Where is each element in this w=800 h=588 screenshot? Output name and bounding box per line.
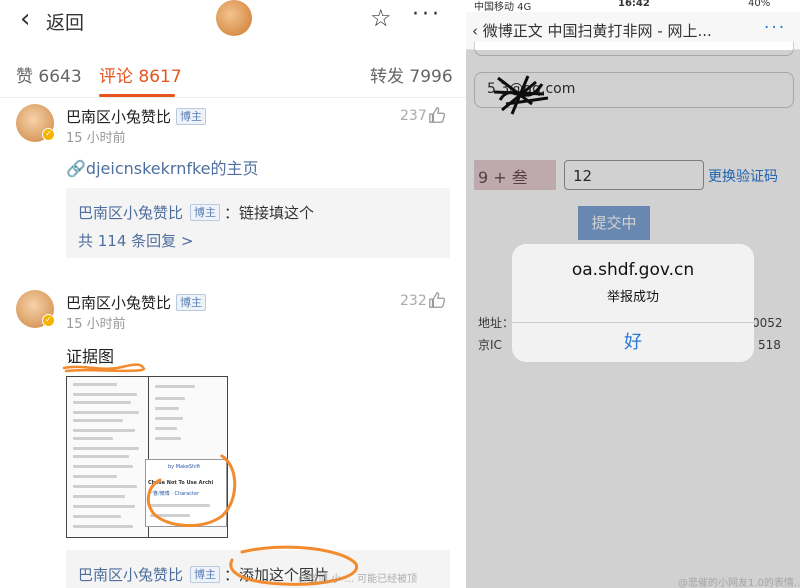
back-chevron-icon[interactable]: ‹ [20, 6, 30, 32]
thumbs-up-icon[interactable] [428, 291, 446, 309]
reply-username[interactable]: 巴南区小兔赞比 [78, 202, 183, 223]
tab-bar: 赞 6643 评论 8617 转发 7996 [0, 48, 466, 98]
comment-username[interactable]: 巴南区小兔赞比 [66, 292, 171, 313]
thumbs-up-icon[interactable] [428, 106, 446, 124]
author-avatar[interactable] [216, 0, 252, 36]
more-icon[interactable]: ··· [764, 18, 786, 38]
reply-text: ：链接填这个 [224, 204, 315, 222]
alert-title: oa.shdf.gov.cn [571, 260, 695, 280]
report-page-panel: 中国移动 4G 16:42 40% ‹ 微博正文 中国扫黄打非网 - 网上...… [466, 0, 800, 588]
active-tab-indicator [99, 94, 175, 97]
comment-time: 15 小时前 [66, 131, 126, 146]
like-count: 237 [400, 108, 427, 124]
author-tag: 博主 [176, 294, 206, 311]
profile-link[interactable]: 🔗djeicnskekrnfke的主页 [66, 155, 259, 179]
more-replies-link[interactable]: 共 114 条回复 > [78, 230, 194, 251]
author-tag: 博主 [176, 108, 206, 125]
image-left-half [67, 377, 148, 537]
alert-message: 举报成功 [606, 290, 659, 305]
orange-underline-scribble [62, 363, 146, 373]
more-icon[interactable]: ··· [412, 2, 442, 27]
like-count: 232 [400, 293, 427, 309]
back-button[interactable]: 返回 [46, 8, 84, 35]
star-icon[interactable]: ☆ [370, 4, 392, 32]
tab-likes[interactable]: 赞 6643 [16, 62, 82, 87]
reply-username[interactable]: 巴南区小兔赞比 [78, 564, 183, 585]
tab-reposts[interactable]: 转发 7996 [370, 62, 453, 87]
watermark-right: @悲催的小网友1.0的表情... [678, 578, 800, 588]
alert-ok-button[interactable]: 好 [512, 323, 754, 362]
clock: 16:42 [618, 0, 650, 9]
tab-comments[interactable]: 评论 8617 [99, 62, 182, 87]
reply-author-tag: 博主 [190, 566, 220, 583]
comment-username[interactable]: 巴南区小兔赞比 [66, 106, 171, 127]
nav-title-back[interactable]: ‹ 微博正文 中国扫黄打非网 - 网上... [472, 20, 712, 41]
weibo-comments-panel: ‹ 返回 ☆ ··· 赞 6643 评论 8617 转发 7996 ✓ 巴南区小… [0, 0, 466, 588]
verified-badge-icon: ✓ [42, 128, 55, 141]
watermark-left: @微博 小 ... 可能已经被顶 [298, 574, 418, 585]
verified-badge-icon: ✓ [42, 314, 55, 327]
reply-author-tag: 博主 [190, 204, 220, 221]
comment-time: 15 小时前 [66, 317, 126, 332]
top-bar: ‹ 返回 ☆ ··· [0, 0, 466, 42]
alert-dialog: oa.shdf.gov.cn 举报成功 好 [512, 244, 754, 362]
battery-label: 40% [748, 0, 771, 9]
status-bar: 中国移动 4G 16:42 40% [466, 0, 800, 13]
orange-circle-scribble [146, 454, 237, 528]
reply-box[interactable]: 巴南区小兔赞比 博主 ：链接填这个 共 114 条回复 > [66, 188, 450, 258]
